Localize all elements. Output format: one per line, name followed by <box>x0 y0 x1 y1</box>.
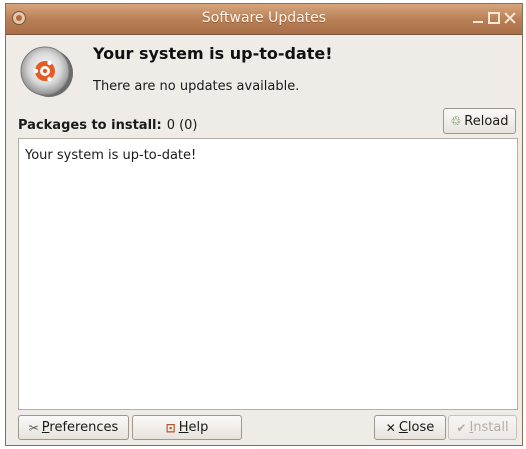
reload-button[interactable]: ♲ Reload <box>443 108 516 134</box>
close-x-icon: ✕ <box>385 420 396 435</box>
preferences-button-label: Preferences <box>41 420 119 435</box>
status-subline: There are no updates available. <box>93 79 300 94</box>
install-button[interactable]: ✔ Install <box>448 415 517 440</box>
help-icon: ⊡ <box>165 420 176 435</box>
help-button[interactable]: ⊡ Help <box>132 415 242 440</box>
updates-list-message: Your system is up-to-date! <box>25 148 197 163</box>
close-button-label: Close <box>398 420 435 435</box>
packages-summary: Packages to install: 0 (0) <box>18 118 198 133</box>
help-button-label: Help <box>178 420 209 435</box>
preferences-icon: ✂ <box>28 420 39 435</box>
preferences-button[interactable]: ✂ Preferences <box>18 415 129 440</box>
checkmark-icon: ✔ <box>456 420 467 435</box>
refresh-icon: ♲ <box>450 114 462 128</box>
close-button[interactable]: ✕ Close <box>374 415 446 440</box>
minimize-icon[interactable] <box>472 12 484 24</box>
packages-count: 0 (0) <box>166 118 198 133</box>
window-titlebar[interactable]: Software Updates <box>6 4 522 35</box>
window-title: Software Updates <box>201 10 327 26</box>
install-button-label: Install <box>469 420 509 435</box>
reload-button-label: Reload <box>464 113 509 129</box>
status-headline: Your system is up-to-date! <box>93 44 333 63</box>
window-close-icon[interactable] <box>504 12 516 24</box>
software-updates-window: Software Updates Your system is up-to-da… <box>5 3 523 446</box>
updates-list[interactable]: Your system is up-to-date! <box>18 138 518 410</box>
maximize-icon[interactable] <box>488 12 500 24</box>
packages-label: Packages to install: <box>18 118 162 133</box>
system-update-disc-icon <box>20 46 73 97</box>
